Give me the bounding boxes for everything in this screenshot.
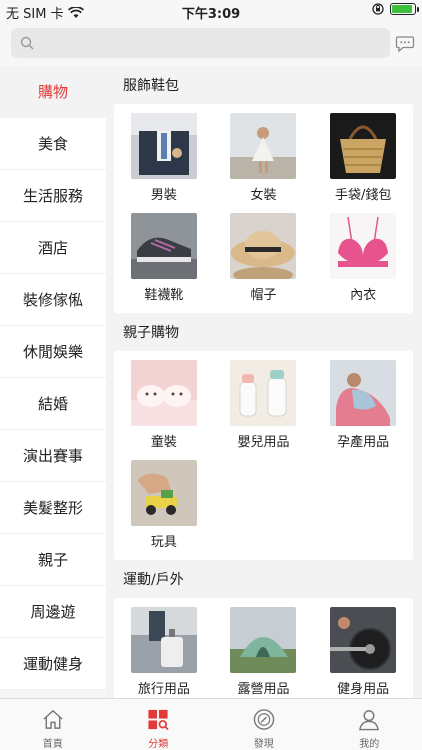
sidebar-item-hotel[interactable]: 酒店 [0,222,106,274]
sidebar-item-life-services[interactable]: 生活服務 [0,170,106,222]
sidebar-item-food[interactable]: 美食 [0,118,106,170]
category-item-hats[interactable]: 帽子 [214,213,314,313]
category-item-menswear[interactable]: 男裝 [114,113,214,213]
baby-products-image [230,360,297,426]
status-time: 下午3:09 [181,7,241,22]
category-item-label: 露營用品 [237,682,290,697]
underwear-image [330,213,397,279]
travel-gear-image [130,607,197,673]
category-item-underwear[interactable]: 內衣 [313,213,413,313]
category-item-label: 嬰兒用品 [237,435,290,450]
womenswear-image [230,113,297,179]
category-grid: 男裝 女裝 手袋/錢包 鞋襪靴 帽子 內衣 [114,104,413,313]
battery-icon [390,3,419,15]
category-item-travel-gear[interactable]: 旅行用品 [114,607,214,698]
search-input[interactable] [11,28,390,58]
section-title: 服飾鞋包 [123,78,179,94]
bottom-tab-bar: 首頁 分類 發現 我的 [0,698,422,750]
hat-image [230,213,297,279]
sidebar-item-furniture[interactable]: 裝修傢俬 [0,274,106,326]
category-item-label: 鞋襪靴 [144,288,184,303]
category-item-shoes[interactable]: 鞋襪靴 [114,213,214,313]
category-icon [148,709,169,731]
search-icon [20,36,34,50]
toys-image [130,460,197,526]
menswear-image [130,113,197,179]
category-item-label: 帽子 [250,288,277,303]
sidebar-item-parenting[interactable]: 親子 [0,534,106,586]
camping-gear-image [230,607,297,673]
sidebar-item-beauty[interactable]: 美髮整形 [0,482,106,534]
category-item-label: 男裝 [150,188,177,203]
category-item-label: 孕產用品 [337,435,390,450]
category-item-label: 玩具 [150,535,177,550]
category-item-label: 手袋/錢包 [334,188,392,203]
handbag-image [330,113,397,179]
category-item-label: 女裝 [250,188,277,203]
sidebar-item-shopping[interactable]: 購物 [0,66,106,118]
category-item-label: 健身用品 [337,682,390,697]
kidswear-image [130,360,197,426]
rotation-lock-icon [372,3,384,15]
profile-icon [359,710,380,731]
compass-icon [253,709,275,730]
shoes-image [130,213,197,279]
tab-profile[interactable]: 我的 [317,699,422,750]
category-item-womenswear[interactable]: 女裝 [214,113,314,213]
section-title: 親子購物 [123,325,179,341]
sidebar-item-nearby-trips[interactable]: 周邊遊 [0,586,106,638]
tab-home[interactable]: 首頁 [0,699,106,750]
tab-label: 首頁 [42,739,63,750]
tab-label: 發現 [253,739,274,750]
category-sidebar: 購物 美食 生活服務 酒店 裝修傢俬 休閒娛樂 結婚 演出賽事 美髮整形 親子 … [0,66,106,698]
tab-discover[interactable]: 發現 [211,699,317,750]
category-item-toys[interactable]: 玩具 [114,460,214,560]
category-item-maternity[interactable]: 孕產用品 [313,360,413,460]
tab-label: 分類 [148,739,169,750]
message-icon[interactable] [395,33,415,53]
category-item-label: 內衣 [350,288,377,303]
category-item-label: 童裝 [150,435,177,450]
section-title: 運動/戶外 [123,572,184,588]
sidebar-item-wedding[interactable]: 結婚 [0,378,106,430]
search-bar [0,22,422,66]
category-item-handbags[interactable]: 手袋/錢包 [313,113,413,213]
category-item-fitness-gear[interactable]: 健身用品 [313,607,413,698]
fitness-gear-image [330,607,397,673]
category-item-camping-gear[interactable]: 露營用品 [214,607,314,698]
tab-label: 我的 [359,739,380,750]
category-item-baby-products[interactable]: 嬰兒用品 [214,360,314,460]
category-grid: 旅行用品 露營用品 健身用品 [114,598,413,698]
category-content: 服飾鞋包 男裝 女裝 手袋/錢包 鞋襪靴 帽子 內衣 親子購物 童裝 嬰兒用品 … [106,66,422,698]
sidebar-item-leisure[interactable]: 休閒娛樂 [0,326,106,378]
home-icon [43,709,63,729]
tab-category[interactable]: 分類 [106,699,212,750]
status-bar: 无 SIM 卡 下午3:09 [0,0,422,22]
category-item-kidswear[interactable]: 童裝 [114,360,214,460]
sidebar-item-shows[interactable]: 演出賽事 [0,430,106,482]
category-grid: 童裝 嬰兒用品 孕產用品 玩具 [114,351,413,560]
category-item-label: 旅行用品 [137,682,190,697]
sidebar-item-fitness[interactable]: 運動健身 [0,638,106,690]
maternity-image [330,360,397,426]
